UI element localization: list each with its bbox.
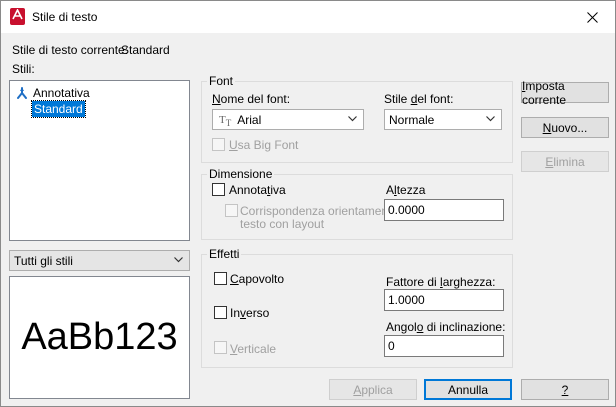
backwards-checkbox[interactable] <box>214 306 227 319</box>
font-name-label: Nome del font: <box>212 92 291 106</box>
apply-button[interactable]: Applica <box>329 379 417 400</box>
oblique-angle-value: 0 <box>388 339 395 353</box>
oblique-angle-label: Angolo di inclinazione: <box>386 320 506 334</box>
list-item[interactable]: Annotativa <box>16 85 90 100</box>
font-style-label: Stile del font: <box>384 92 454 106</box>
new-button[interactable]: Nuovo... <box>521 117 609 138</box>
styles-filter-value: Tutti gli stili <box>14 253 73 268</box>
vertical-label: Verticale <box>230 342 277 356</box>
list-item[interactable]: Standard <box>31 100 86 118</box>
help-button-label: ? <box>561 382 569 397</box>
help-button[interactable]: ? <box>521 379 609 400</box>
current-style-label: Stile di testo corrente: <box>12 43 129 57</box>
height-value: 0.0000 <box>388 203 425 217</box>
list-item-label: Annotativa <box>33 85 90 100</box>
styles-filter-dropdown[interactable]: Tutti gli stili <box>9 250 190 271</box>
current-style-value: Standard <box>121 43 170 57</box>
width-factor-input[interactable]: 1.0000 <box>384 289 504 311</box>
match-orientation-label-line2: testo con layout <box>240 217 325 231</box>
delete-button-label: Elimina <box>545 154 585 169</box>
upside-down-label: Capovolto <box>230 272 285 286</box>
window-title: Stile di testo <box>32 10 98 24</box>
annotative-checkbox[interactable] <box>212 183 225 196</box>
preview-text: AaBb123 <box>21 316 178 358</box>
annotative-icon <box>17 86 27 99</box>
styles-list[interactable]: Annotativa Standard <box>9 80 190 241</box>
close-icon <box>586 11 598 23</box>
new-button-label: Nuovo... <box>542 120 588 135</box>
chevron-down-icon <box>348 116 357 122</box>
chevron-down-icon <box>174 257 183 263</box>
font-style-value: Normale <box>389 112 435 127</box>
apply-button-label: Applica <box>353 382 393 397</box>
height-input[interactable]: 0.0000 <box>384 199 504 221</box>
upside-down-checkbox[interactable] <box>214 272 227 285</box>
delete-button[interactable]: Elimina <box>521 151 609 172</box>
text-preview: AaBb123 <box>9 276 190 399</box>
cancel-button-label: Annulla <box>447 382 489 397</box>
height-label: Altezza <box>386 183 426 197</box>
autocad-app-icon <box>10 8 25 25</box>
width-factor-value: 1.0000 <box>388 293 425 307</box>
use-bigfont-checkbox[interactable] <box>212 138 225 151</box>
use-bigfont-label: Usa Big Font <box>229 138 299 152</box>
width-factor-label: Fattore di larghezza: <box>386 275 496 289</box>
match-orientation-label: Corrispondenza orientamento <box>240 204 399 218</box>
font-group-title: Font <box>207 74 236 88</box>
set-current-button-label: Imposta corrente <box>522 78 567 107</box>
close-button[interactable] <box>569 1 615 33</box>
styles-label: Stili: <box>12 62 35 76</box>
text-style-dialog: Stile di testo Stile di testo corrente: … <box>0 0 616 407</box>
title-bar: Stile di testo <box>1 1 615 33</box>
vertical-checkbox[interactable] <box>214 341 227 354</box>
effects-group-title: Effetti <box>207 247 242 261</box>
cancel-button[interactable]: Annulla <box>424 379 512 400</box>
set-current-button[interactable]: Imposta corrente <box>521 79 609 107</box>
font-name-value: Arial <box>237 112 262 127</box>
annotative-label: Annotativa <box>229 183 286 197</box>
chevron-down-icon <box>486 116 495 122</box>
list-item-label: Standard <box>34 102 83 116</box>
font-name-dropdown[interactable]: TT Arial <box>212 109 364 130</box>
font-style-dropdown[interactable]: Normale <box>384 109 502 130</box>
backwards-label: Inverso <box>230 306 270 320</box>
truetype-font-icon: TT <box>219 113 232 128</box>
match-orientation-checkbox[interactable] <box>225 204 238 217</box>
size-group-title: Dimensione <box>207 167 275 181</box>
oblique-angle-input[interactable]: 0 <box>384 335 504 357</box>
